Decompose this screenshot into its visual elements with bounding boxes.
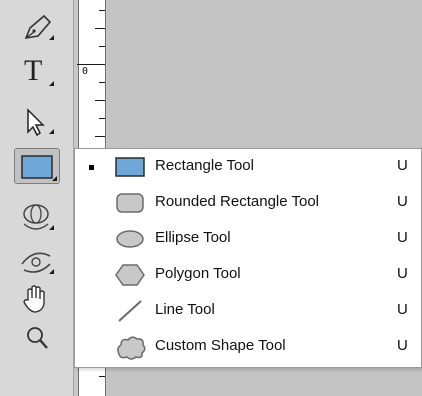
menu-item-label: Line Tool xyxy=(155,301,215,318)
menu-item-shortcut: U xyxy=(397,229,408,246)
pen-icon xyxy=(24,14,52,40)
3d-rotate-tool[interactable] xyxy=(14,196,62,236)
menu-item-rectangle-tool[interactable]: Rectangle Tool U xyxy=(75,149,421,185)
menu-item-line-tool[interactable]: Line Tool U xyxy=(75,293,421,329)
shape-tool[interactable] xyxy=(14,148,60,184)
custom-shape-icon xyxy=(117,336,146,360)
menu-item-label: Rectangle Tool xyxy=(155,157,254,174)
rounded-rectangle-icon xyxy=(116,193,144,213)
selected-bullet-icon xyxy=(89,165,94,170)
menu-item-label: Polygon Tool xyxy=(155,265,241,282)
menu-item-ellipse-tool[interactable]: Ellipse Tool U xyxy=(75,221,421,257)
type-icon: T xyxy=(24,54,43,87)
arrow-icon xyxy=(27,108,45,137)
hand-icon xyxy=(23,285,45,313)
hand-tool[interactable] xyxy=(14,278,62,318)
line-icon xyxy=(118,300,142,322)
menu-item-shortcut: U xyxy=(397,157,408,174)
menu-item-shortcut: U xyxy=(397,265,408,282)
menu-item-custom-shape-tool[interactable]: Custom Shape Tool U xyxy=(75,329,421,365)
menu-item-label: Rounded Rectangle Tool xyxy=(155,193,320,210)
menu-item-shortcut: U xyxy=(397,301,408,318)
menu-item-shortcut: U xyxy=(397,337,408,354)
ruler-zero-label: 0 xyxy=(82,66,89,77)
path-selection-tool[interactable] xyxy=(14,100,62,140)
menu-item-label: Ellipse Tool xyxy=(155,229,231,246)
menu-item-label: Custom Shape Tool xyxy=(155,337,286,354)
magnifier-icon xyxy=(27,327,48,349)
rectangle-icon xyxy=(115,157,145,177)
menu-item-rounded-rectangle-tool[interactable]: Rounded Rectangle Tool U xyxy=(75,185,421,221)
3d-orbit-icon xyxy=(21,252,51,273)
shape-tool-flyout-menu: Rectangle Tool U Rounded Rectangle Tool … xyxy=(74,148,422,368)
3d-rotate-icon xyxy=(23,204,49,230)
polygon-icon xyxy=(115,264,145,286)
menu-item-shortcut: U xyxy=(397,193,408,210)
3d-orbit-tool[interactable] xyxy=(14,240,62,280)
type-tool[interactable]: T xyxy=(14,52,62,92)
tools-panel: T xyxy=(0,0,74,396)
menu-item-polygon-tool[interactable]: Polygon Tool U xyxy=(75,257,421,293)
zoom-tool[interactable] xyxy=(14,318,62,358)
pen-tool[interactable] xyxy=(14,6,62,46)
ellipse-icon xyxy=(116,230,144,248)
